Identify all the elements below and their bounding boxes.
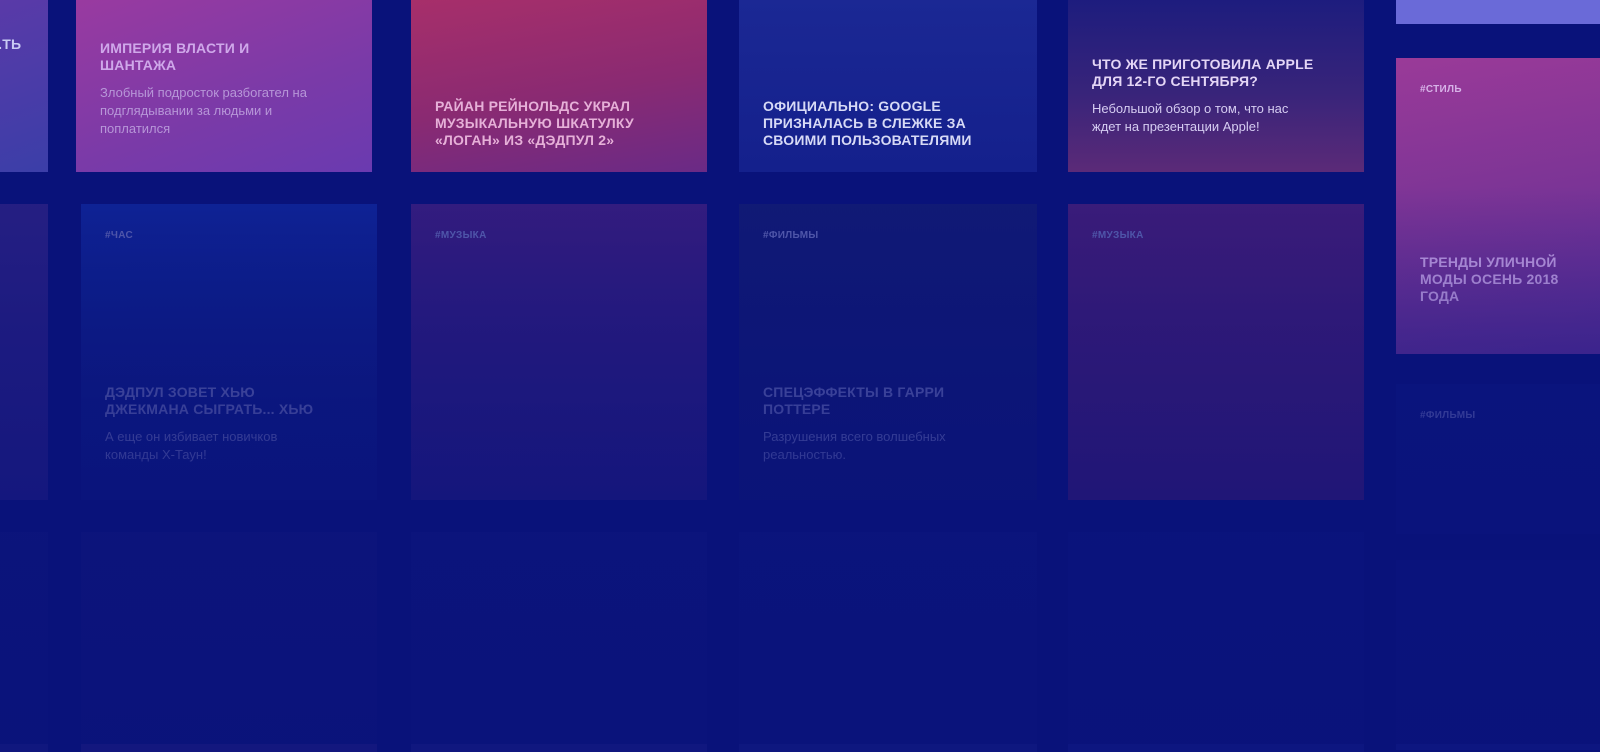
article-card-google[interactable]: ОФИЦИАЛЬНО: GOOGLE ПРИЗНАЛАСЬ В СЛЕЖКЕ З…: [739, 0, 1037, 172]
article-grid: ...ТЬ ИМПЕРИЯ ВЛАСТИ И ШАНТАЖА Злобный п…: [0, 0, 1600, 752]
article-tag: #ФИЛЬМЫ: [763, 230, 819, 241]
article-card-music-1[interactable]: #МУЗЫКА: [411, 204, 707, 500]
article-description: Разрушения всего волшебных реальностью.: [763, 429, 946, 462]
article-card-apple[interactable]: ЧТО ЖЕ ПРИГОТОВИЛА APPLE ДЛЯ 12-ГО СЕНТЯ…: [1068, 0, 1364, 172]
article-title: ЧТО ЖЕ ПРИГОТОВИЛА APPLE ДЛЯ 12-ГО СЕНТЯ…: [1092, 56, 1314, 89]
article-title: ДЭДПУЛ ЗОВЕТ ХЬЮ ДЖЕКМАНА СЫГРАТЬ... ХЬЮ: [105, 384, 314, 417]
article-card-harry-potter[interactable]: #ФИЛЬМЫ СПЕЦЭФФЕКТЫ В ГАРРИ ПОТТЕРЕ Разр…: [739, 204, 1037, 500]
article-card-row3-6[interactable]: [1396, 560, 1600, 750]
article-card-style[interactable]: #СТИЛЬ ТРЕНДЫ УЛИЧНОЙ МОДЫ ОСЕНЬ 2018 ГО…: [1396, 58, 1600, 354]
article-description: Небольшой обзор о том, что нас ждет на п…: [1092, 101, 1289, 134]
article-tag: #СТИЛЬ: [1420, 84, 1462, 95]
article-tag: #ФИЛЬМЫ: [1420, 410, 1476, 421]
article-title: ИМПЕРИЯ ВЛАСТИ И ШАНТАЖА: [100, 40, 250, 73]
article-card-empire[interactable]: ИМПЕРИЯ ВЛАСТИ И ШАНТАЖА Злобный подрост…: [76, 0, 372, 172]
article-card-row3-4[interactable]: [739, 532, 1037, 752]
article-description: А еще он избивает новичков команды Х-Тау…: [105, 429, 278, 462]
article-title: СПЕЦЭФФЕКТЫ В ГАРРИ ПОТТЕРЕ: [763, 384, 945, 417]
article-title: РАЙАН РЕЙНОЛЬДС УКРАЛ МУЗЫКАЛЬНУЮ ШКАТУЛ…: [435, 98, 634, 148]
article-title: ОФИЦИАЛЬНО: GOOGLE ПРИЗНАЛАСЬ В СЛЕЖКЕ З…: [763, 98, 972, 148]
article-title: ...ТЬ: [0, 36, 22, 52]
article-tag: #МУЗЫКА: [435, 230, 487, 241]
article-card-row3-5[interactable]: [1068, 532, 1364, 752]
article-title: ТРЕНДЫ УЛИЧНОЙ МОДЫ ОСЕНЬ 2018 ГОДА: [1420, 254, 1559, 304]
article-description: Злобный подросток разбогател на подгляды…: [100, 85, 307, 136]
article-tag: #ЧАС: [105, 230, 133, 241]
article-card-row3-1[interactable]: [0, 532, 48, 752]
article-card-row3-2[interactable]: [81, 532, 377, 752]
article-card-films-right[interactable]: #ФИЛЬМЫ: [1396, 384, 1600, 534]
article-card-deadpool[interactable]: #ЧАС ДЭДПУЛ ЗОВЕТ ХЬЮ ДЖЕКМАНА СЫГРАТЬ..…: [81, 204, 377, 500]
article-card-row3-3[interactable]: [411, 532, 707, 752]
article-card-top-right[interactable]: [1396, 0, 1600, 24]
article-card-music-2[interactable]: #МУЗЫКА: [1068, 204, 1364, 500]
article-card-partial-left[interactable]: ...ТЬ: [0, 0, 48, 172]
article-tag: #МУЗЫКА: [1092, 230, 1144, 241]
article-card-ryan-reynolds[interactable]: РАЙАН РЕЙНОЛЬДС УКРАЛ МУЗЫКАЛЬНУЮ ШКАТУЛ…: [411, 0, 707, 172]
article-card-partial-left-2[interactable]: [0, 204, 48, 500]
